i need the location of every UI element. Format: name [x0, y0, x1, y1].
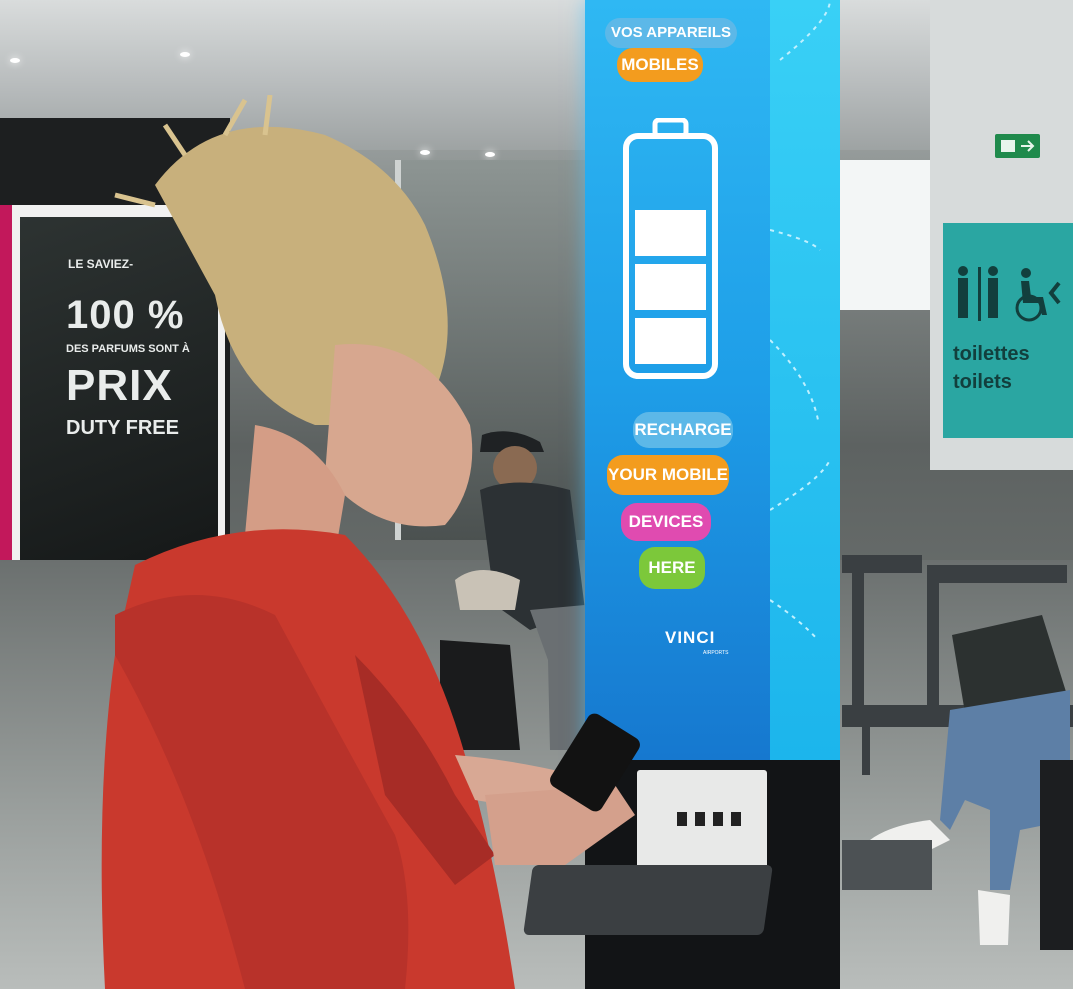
emergency-exit-icon: [995, 134, 1040, 158]
ceiling-light: [10, 58, 20, 63]
bubble-mobiles: MOBILES: [617, 48, 703, 82]
bubble-vos-appareils: VOS APPAREILS: [605, 18, 737, 48]
usb-port: [695, 812, 705, 826]
kiosk-side-screen: [769, 0, 840, 760]
bright-window: [840, 160, 935, 310]
usb-port: [677, 812, 687, 826]
seated-passenger-legs: [870, 690, 1073, 950]
poster-accent-stripe: [0, 205, 12, 577]
toilets-label-fr: toilettes: [953, 343, 1030, 365]
woman-using-phone: [101, 95, 635, 989]
kiosk-shelf-right: [842, 840, 932, 890]
airport-charging-scene: LE SAVIEZ- 100 % DES PARFUMS SONT À PRIX…: [0, 0, 1073, 989]
toilet-pictogram-icon: [958, 266, 1061, 322]
dashed-flight-path-icon: [769, 0, 831, 641]
usb-port: [731, 812, 741, 826]
vinci-logo-sub: AIRPORTS: [703, 650, 729, 656]
ceiling-light: [180, 52, 190, 57]
toilets-sign: toilettes toilets: [943, 223, 1073, 438]
usb-port: [713, 812, 723, 826]
usb-socket-panel: [637, 770, 767, 870]
toilets-label-en: toilets: [953, 371, 1012, 393]
vinci-logo: VINCI: [665, 628, 716, 647]
